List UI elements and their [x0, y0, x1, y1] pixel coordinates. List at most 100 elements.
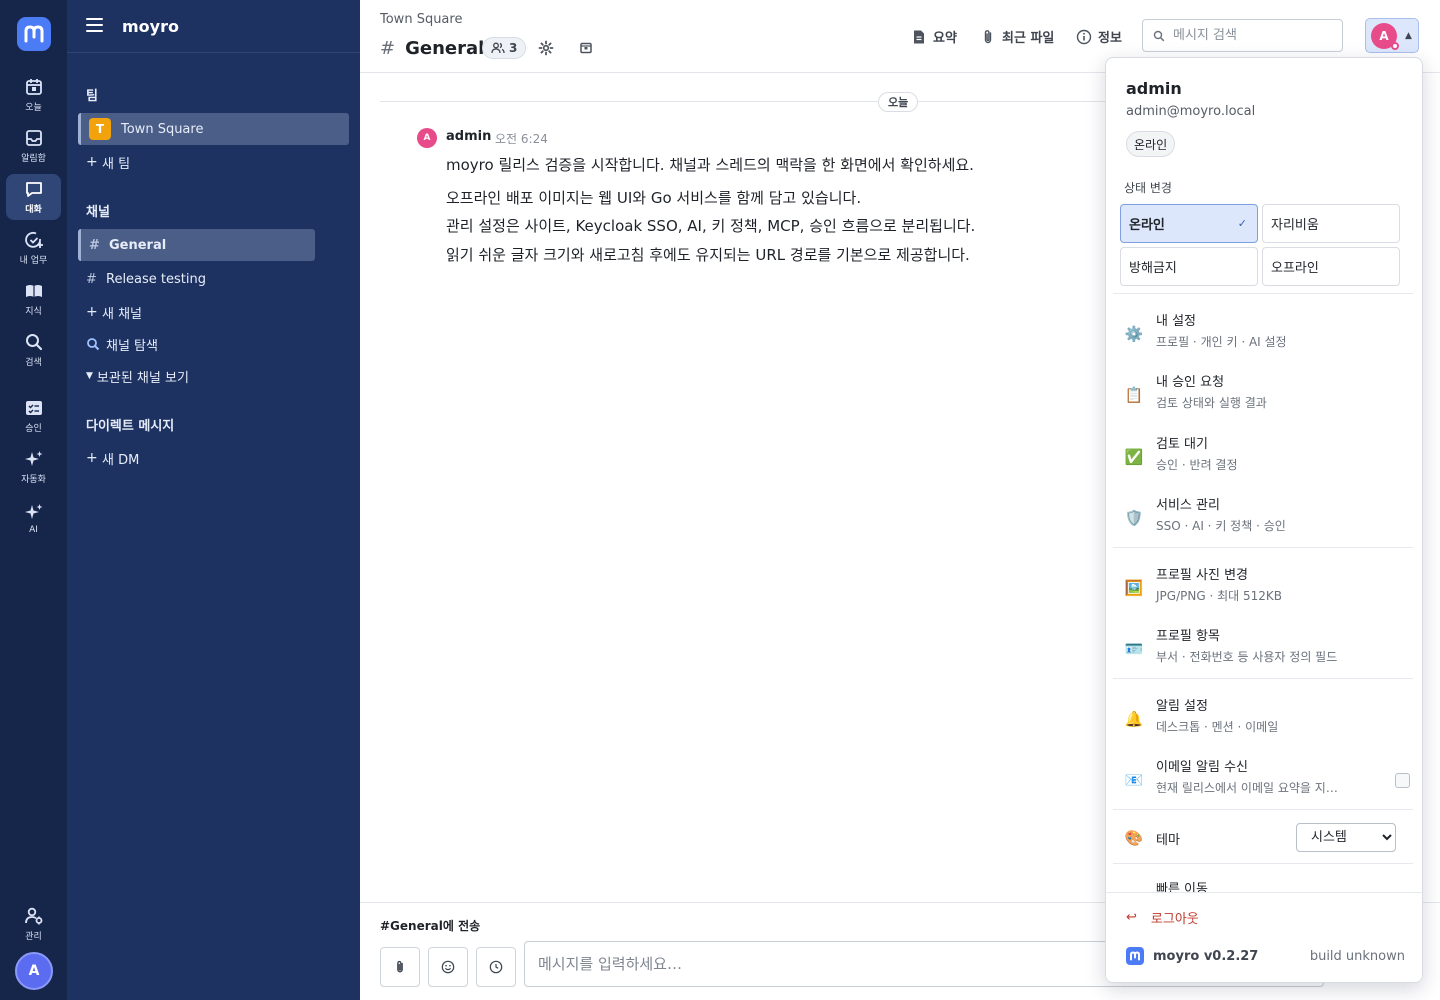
sidebar-item-release-testing[interactable]: # Release testing: [78, 263, 315, 295]
menu-item-subtitle: SSO · AI · 키 정책 · 승인: [1156, 519, 1286, 533]
message-timestamp[interactable]: 오전 6:24: [495, 130, 548, 147]
menu-item-email-notifications[interactable]: 📧 이메일 알림 수신 현재 릴리스에서 이메일 요약을 지…: [1124, 754, 1410, 806]
channel-name: General: [405, 38, 485, 59]
recent-files-button[interactable]: 최근 파일: [980, 27, 1054, 46]
channels-section-title: 채널: [86, 205, 110, 220]
message-avatar[interactable]: A: [417, 128, 437, 148]
moyro-logo: [1126, 947, 1144, 965]
id-card-icon: 🪪: [1124, 640, 1144, 658]
menu-item-subtitle: 현재 릴리스에서 이메일 요약을 지…: [1156, 781, 1338, 795]
status-section-title: 상태 변경: [1124, 181, 1172, 195]
menu-item-notification-settings[interactable]: 🔔 알림 설정 데스크톱 · 멘션 · 이메일: [1124, 693, 1409, 745]
menu-item-profile-photo[interactable]: 🖼️ 프로필 사진 변경 JPG/PNG · 최대 512KB: [1124, 562, 1409, 614]
browse-channels-button[interactable]: 채널 탐색: [78, 328, 278, 360]
hamburger-menu-icon[interactable]: [86, 18, 103, 32]
new-dm-button[interactable]: + 새 DM: [78, 442, 278, 474]
status-option-label: 오프라인: [1271, 261, 1319, 276]
caret-down-icon: ▼: [86, 371, 93, 381]
avatar[interactable]: A: [15, 952, 53, 990]
rail-label: 승인: [25, 424, 42, 434]
rail-inbox[interactable]: 알림함: [6, 123, 61, 169]
rail-automation[interactable]: 자동화: [6, 444, 61, 490]
message-author[interactable]: admin: [446, 129, 491, 144]
rail-label: 알림함: [21, 154, 46, 164]
rail-search[interactable]: 검색: [6, 327, 61, 373]
sidebar-item-town-square[interactable]: T Town Square: [78, 113, 349, 145]
search-icon: [1153, 30, 1165, 41]
emoji-button[interactable]: [428, 947, 468, 987]
message-search[interactable]: [1142, 19, 1343, 52]
channel-hash-icon: #: [380, 38, 396, 59]
theme-select[interactable]: 시스템: [1296, 823, 1396, 852]
status-away-button[interactable]: 자리비움: [1262, 204, 1400, 243]
status-option-label: 자리비움: [1271, 218, 1319, 233]
status-online-button[interactable]: 온라인 ✓: [1120, 204, 1258, 243]
plus-icon: +: [86, 304, 98, 320]
account-menu-button[interactable]: A ▲: [1365, 18, 1419, 53]
menu-item-my-settings[interactable]: ⚙️ 내 설정 프로필 · 개인 키 · AI 설정: [1124, 308, 1409, 360]
sidebar-item-general[interactable]: # General: [78, 229, 315, 261]
rail-label: 관리: [25, 932, 42, 942]
email-notification-checkbox[interactable]: [1395, 773, 1410, 788]
rail-today[interactable]: 오늘: [6, 72, 61, 118]
sidebar-item-label: 보관된 채널 보기: [96, 370, 189, 386]
check-icon: ✓: [1237, 217, 1247, 230]
message-text: 관리 설정은 사이트, Keycloak SSO, AI, 키 정책, MCP,…: [446, 217, 976, 235]
gear-icon[interactable]: [538, 40, 554, 56]
member-count-button[interactable]: 3: [482, 37, 527, 59]
date-separator: 오늘: [878, 92, 919, 112]
new-team-button[interactable]: + 새 팀: [78, 146, 278, 178]
menu-item-my-approvals[interactable]: 📋 내 승인 요청 검토 상태와 실행 결과: [1124, 369, 1409, 421]
app-rail: 오늘 알림함 대화 내 업무 지식 검색 승인 자동화 AI 관리 A: [0, 0, 67, 1000]
recent-files-label: 최근 파일: [1002, 31, 1055, 46]
logout-button[interactable]: ↩ 로그아웃: [1126, 908, 1199, 927]
archived-channels-toggle[interactable]: ▼ 보관된 채널 보기: [78, 360, 278, 392]
email-icon: 📧: [1124, 771, 1144, 789]
rail-knowledge[interactable]: 지식: [6, 276, 61, 322]
menu-divider: [1113, 863, 1413, 864]
bell-icon: 🔔: [1124, 710, 1144, 728]
page-title: # General: [380, 38, 484, 59]
moyro-logo[interactable]: [17, 17, 51, 51]
members-icon: [491, 42, 505, 54]
version-label: moyro v0.2.27: [1153, 948, 1259, 964]
menu-item-subtitle: JPG/PNG · 최대 512KB: [1156, 589, 1282, 603]
rail-chat[interactable]: 대화: [6, 174, 61, 220]
rail-label: 지식: [25, 307, 42, 317]
menu-item-service-admin[interactable]: 🛡️ 서비스 관리 SSO · AI · 키 정책 · 승인: [1124, 492, 1409, 544]
search-input[interactable]: [1173, 28, 1333, 43]
version-info: moyro v0.2.27: [1126, 947, 1258, 965]
sidebar-item-label: Release testing: [106, 271, 206, 287]
rail-admin[interactable]: 관리: [6, 901, 61, 947]
rail-ai[interactable]: AI: [6, 495, 61, 541]
breadcrumb[interactable]: Town Square: [380, 12, 462, 27]
paperclip-icon: [984, 29, 992, 43]
new-channel-button[interactable]: + 새 채널: [78, 296, 278, 328]
clipboard-icon: 📋: [1124, 386, 1144, 404]
menu-item-subtitle: 부서 · 전화번호 등 사용자 정의 필드: [1156, 650, 1338, 664]
schedule-button[interactable]: [476, 947, 516, 987]
pin-box-icon[interactable]: [578, 40, 594, 56]
rail-label: 검색: [25, 358, 42, 368]
status-dnd-button[interactable]: 방해금지: [1120, 247, 1258, 286]
summary-button[interactable]: 요약: [911, 27, 957, 46]
smiley-icon: [441, 960, 455, 974]
rail-label: AI: [29, 524, 38, 535]
paperclip-icon: [397, 960, 403, 973]
rail-approval[interactable]: 승인: [6, 393, 61, 439]
channel-sidebar: moyro 팀 T Town Square + 새 팀 채널 # General…: [67, 0, 360, 1000]
sidebar-item-label: General: [109, 237, 167, 253]
menu-item-profile-fields[interactable]: 🪪 프로필 항목 부서 · 전화번호 등 사용자 정의 필드: [1124, 623, 1409, 675]
avatar: A: [1371, 22, 1399, 50]
clock-icon: [489, 960, 503, 974]
message-input[interactable]: [538, 955, 1118, 973]
chat-icon: [25, 182, 42, 197]
info-button[interactable]: 정보: [1076, 27, 1122, 46]
menu-footer: ↩ 로그아웃 moyro v0.2.27 build unknown: [1106, 892, 1422, 982]
rail-my-tasks[interactable]: 내 업무: [6, 225, 61, 271]
message-text: 읽기 쉬운 글자 크기와 새로고침 후에도 유지되는 URL 경로를 기본으로 …: [446, 246, 970, 264]
attach-button[interactable]: [380, 947, 420, 987]
status-offline-button[interactable]: 오프라인: [1262, 247, 1400, 286]
search-icon: [25, 334, 42, 351]
menu-item-pending-review[interactable]: ✅ 검토 대기 승인 · 반려 결정: [1124, 431, 1409, 483]
